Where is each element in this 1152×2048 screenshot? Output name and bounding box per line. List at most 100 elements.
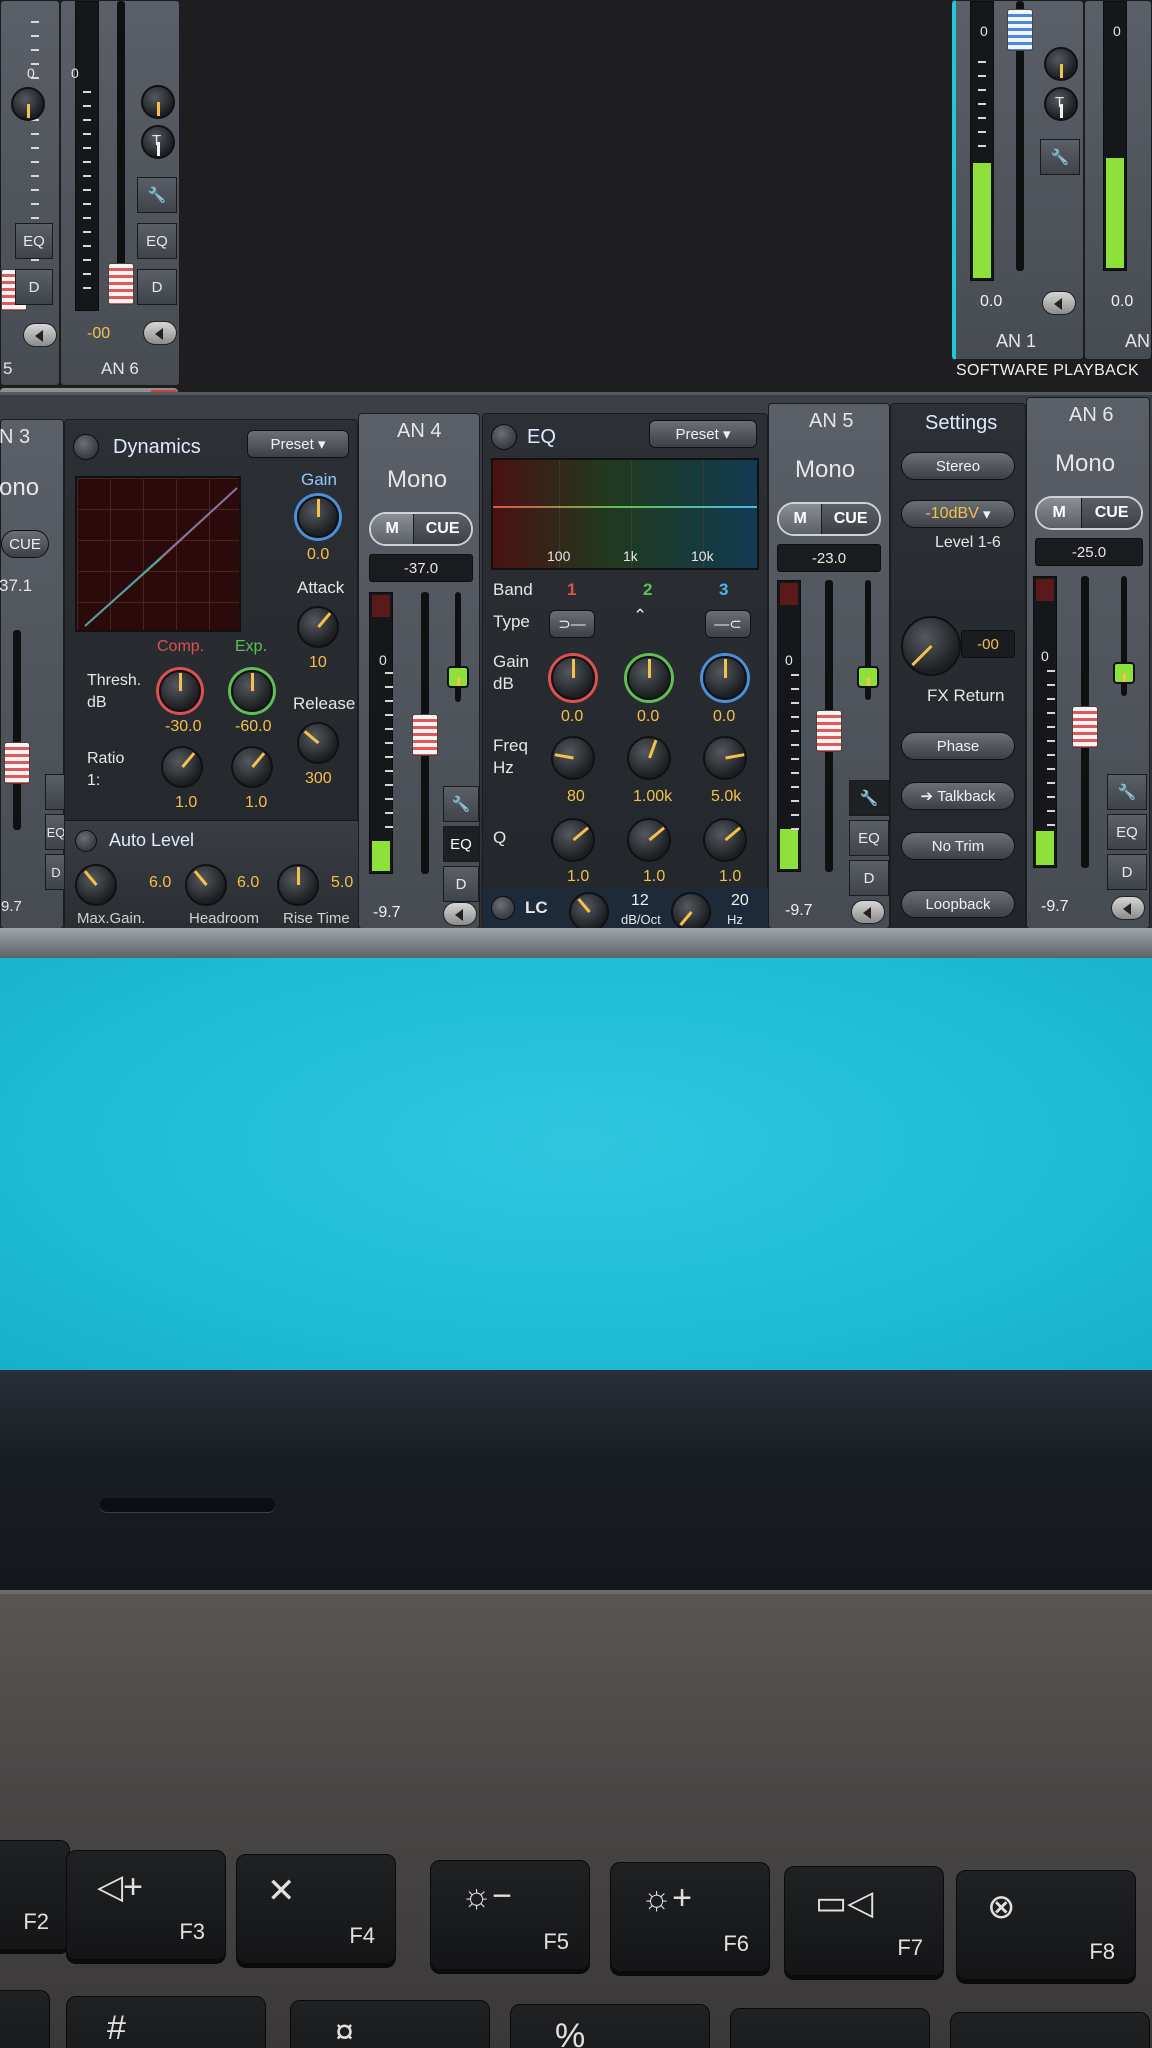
mute-button[interactable]: M: [779, 504, 822, 534]
eq-enable[interactable]: [491, 424, 517, 450]
key-f2[interactable]: F2: [0, 1840, 70, 1950]
key-row2-6[interactable]: [950, 2012, 1150, 2048]
mute-cue-toggle[interactable]: M CUE: [1035, 496, 1143, 530]
back-arrow[interactable]: [851, 900, 885, 924]
volume-fader[interactable]: [816, 710, 842, 752]
band2-gain-knob[interactable]: [627, 656, 671, 700]
headroom-knob[interactable]: [185, 864, 227, 906]
dynamics-enable[interactable]: [73, 434, 99, 460]
no-trim-button[interactable]: No Trim: [901, 832, 1015, 860]
lc-enable[interactable]: [491, 896, 515, 920]
pan-knob[interactable]: [1113, 662, 1135, 684]
eq-tab[interactable]: EQ: [443, 826, 479, 862]
stereo-button[interactable]: Stereo: [901, 452, 1015, 480]
eq-tab[interactable]: EQ: [137, 223, 177, 259]
band1-freq-knob[interactable]: [551, 736, 595, 780]
key-f3[interactable]: ◁+ F3: [66, 1850, 226, 1960]
knob[interactable]: [1044, 47, 1078, 81]
max-gain-knob[interactable]: [75, 864, 117, 906]
ratio-exp-knob[interactable]: [231, 746, 273, 788]
wrench-tab[interactable]: 🔧: [137, 177, 177, 213]
band2-freq-knob[interactable]: [627, 736, 671, 780]
loopback-button[interactable]: Loopback: [901, 890, 1015, 918]
mute-button[interactable]: M: [371, 514, 414, 544]
key-row2-5[interactable]: [730, 2008, 930, 2048]
key-f8[interactable]: ⊗ F8: [956, 1870, 1136, 1980]
pan-knob[interactable]: [447, 666, 469, 688]
band3-freq-knob[interactable]: [703, 736, 747, 780]
cue-button[interactable]: CUE: [821, 504, 879, 534]
mic-mute-icon: ✕: [267, 1872, 296, 1910]
key-row2-1[interactable]: [0, 1990, 50, 2048]
cue-button[interactable]: CUE: [1, 530, 49, 558]
lc-freq-knob[interactable]: [671, 892, 711, 932]
cue-button[interactable]: CUE: [413, 514, 471, 544]
eq-tab[interactable]: EQ: [1107, 814, 1147, 850]
band2-type-peak[interactable]: ⌃: [633, 606, 647, 626]
d-tab[interactable]: D: [15, 269, 53, 305]
top-left-strip-1: 0 EQ D 5: [0, 0, 60, 386]
phase-button[interactable]: Phase: [901, 732, 1015, 760]
band1-q-knob[interactable]: [551, 818, 595, 862]
ratio-comp-knob[interactable]: [161, 746, 203, 788]
release-knob[interactable]: [297, 722, 339, 764]
band1-gain-value: 0.0: [561, 708, 584, 725]
band1-gain-knob[interactable]: [551, 656, 595, 700]
key-f5[interactable]: ☼− F5: [430, 1860, 590, 1970]
back-arrow[interactable]: [443, 902, 477, 926]
mute-cue-toggle[interactable]: M CUE: [369, 512, 473, 546]
d-tab[interactable]: D: [849, 860, 889, 896]
mute-cue-toggle[interactable]: M CUE: [777, 502, 881, 536]
type-label: Type: [493, 612, 530, 631]
cue-button[interactable]: CUE: [1081, 498, 1141, 528]
fader[interactable]: [4, 742, 30, 784]
fader[interactable]: [108, 263, 134, 305]
band3-gain-knob[interactable]: [703, 656, 747, 700]
band3-q-knob[interactable]: [703, 818, 747, 862]
band3-type-highshelf[interactable]: —⊂: [705, 610, 751, 638]
key-percent[interactable]: %: [510, 2004, 710, 2048]
eq-tab[interactable]: EQ: [849, 820, 889, 856]
key-hash[interactable]: #: [66, 1996, 266, 2048]
key-currency[interactable]: ¤: [290, 2000, 490, 2048]
volume-fader[interactable]: [412, 714, 438, 756]
back-arrow[interactable]: [1111, 896, 1145, 920]
back-arrow[interactable]: [143, 321, 177, 345]
key-f7[interactable]: ▭◁ F7: [784, 1866, 944, 1976]
wrench-tab[interactable]: 🔧: [1040, 139, 1080, 175]
dynamics-preset-button[interactable]: Preset ▾: [247, 430, 349, 458]
key-f4[interactable]: ✕ F4: [236, 1854, 396, 1964]
attack-knob[interactable]: [297, 606, 339, 648]
talkback-button[interactable]: ➔ Talkback: [901, 782, 1015, 810]
key-f6[interactable]: ☼+ F6: [610, 1862, 770, 1972]
thresh-comp-knob[interactable]: [159, 670, 201, 712]
fader[interactable]: [1007, 9, 1033, 51]
d-tab[interactable]: D: [443, 866, 479, 902]
eq-tab[interactable]: EQ: [15, 223, 53, 259]
d-tab[interactable]: D: [137, 269, 177, 305]
t-knob[interactable]: [11, 87, 45, 121]
eq-preset-button[interactable]: Preset ▾: [649, 420, 757, 448]
wrench-tab[interactable]: 🔧: [849, 780, 889, 816]
gain-knob[interactable]: [297, 496, 339, 538]
wrench-tab[interactable]: 🔧: [1107, 774, 1147, 810]
release-value: 300: [305, 770, 332, 787]
rise-time-knob[interactable]: [277, 864, 319, 906]
auto-level-enable[interactable]: [75, 830, 97, 852]
bezel-slot: [100, 1498, 275, 1512]
mute-button[interactable]: M: [1037, 498, 1082, 528]
wrench-tab[interactable]: 🔧: [443, 786, 479, 822]
volume-fader[interactable]: [1072, 706, 1098, 748]
pan-knob[interactable]: [857, 666, 879, 688]
d-tab[interactable]: D: [1107, 854, 1147, 890]
lc-slope-knob[interactable]: [569, 892, 609, 932]
back-arrow[interactable]: [1042, 291, 1076, 315]
back-arrow[interactable]: [23, 323, 57, 347]
fx-return-knob[interactable]: [901, 616, 961, 676]
thresh-exp-knob[interactable]: [231, 670, 273, 712]
band2-q-knob[interactable]: [627, 818, 671, 862]
knob[interactable]: [141, 85, 175, 119]
level-select[interactable]: -10dBV ▾: [901, 500, 1015, 528]
band1-type-lowshelf[interactable]: ⊃—: [549, 610, 595, 638]
q-label: Q: [493, 828, 507, 847]
